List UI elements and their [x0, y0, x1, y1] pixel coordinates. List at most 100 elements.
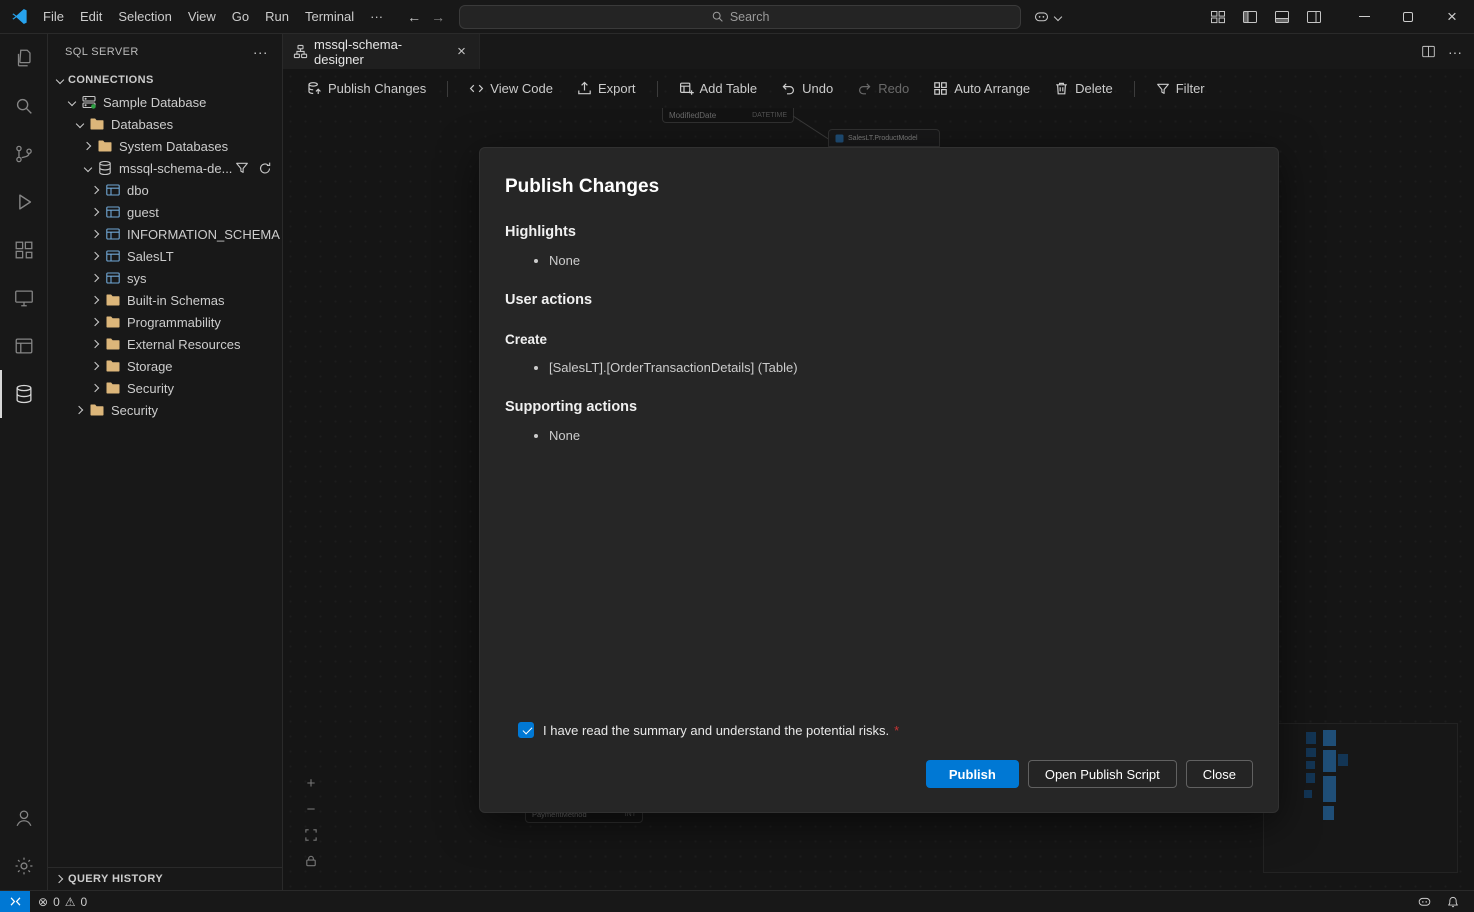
- folder-icon: [104, 292, 122, 308]
- tree-item-mssql-schema-de[interactable]: mssql-schema-de...: [48, 157, 282, 179]
- chevron-right-icon: [88, 226, 104, 242]
- chevron-right-icon: [80, 138, 96, 154]
- tree-item-security[interactable]: Security: [48, 377, 282, 399]
- tree-item-security[interactable]: Security: [48, 399, 282, 421]
- tab-mssql-schema-designer[interactable]: mssql-schema-designer ×: [283, 34, 480, 69]
- schema-designer-canvas: Publish Changes View Code Export Add TableU…: [283, 69, 1474, 890]
- tree-item-dbo[interactable]: dbo: [48, 179, 282, 201]
- problems-indicator[interactable]: ⊗ 0 ⚠ 0: [30, 891, 95, 912]
- folder-icon: [104, 358, 122, 374]
- toolbar-publish-changes[interactable]: Publish Changes: [297, 76, 436, 101]
- menu-terminal[interactable]: Terminal: [297, 6, 362, 27]
- minimize-button[interactable]: [1342, 0, 1386, 34]
- toolbar-undo[interactable]: Undo: [771, 76, 843, 101]
- risk-acknowledge-checkbox[interactable]: [518, 722, 534, 738]
- maximize-button[interactable]: [1386, 0, 1430, 34]
- toggle-primary-sidebar-icon[interactable]: [1242, 9, 1258, 25]
- menu-selection[interactable]: Selection: [110, 6, 179, 27]
- titlebar: FileEditSelectionViewGoRunTerminal··· ← …: [0, 0, 1474, 34]
- toolbar-delete[interactable]: Delete: [1044, 76, 1123, 101]
- folder-icon: [88, 402, 106, 418]
- toolbar-view-code[interactable]: View Code: [459, 76, 563, 101]
- activity-run-and-debug[interactable]: [0, 178, 47, 226]
- toolbar-auto-arrange[interactable]: Auto Arrange: [923, 76, 1040, 101]
- toolbar-redo[interactable]: Redo: [847, 76, 919, 101]
- tree-item-system-databases[interactable]: System Databases: [48, 135, 282, 157]
- menu-more[interactable]: ···: [362, 6, 391, 27]
- error-icon: ⊗: [38, 896, 48, 908]
- activity-explorer[interactable]: [0, 34, 47, 82]
- menubar: FileEditSelectionViewGoRunTerminal···: [35, 6, 391, 27]
- tree-item-external-resources[interactable]: External Resources: [48, 333, 282, 355]
- publish-button[interactable]: Publish: [926, 760, 1019, 788]
- menu-file[interactable]: File: [35, 6, 72, 27]
- activity-search[interactable]: [0, 82, 47, 130]
- toolbar-add-table[interactable]: Add Table: [669, 76, 768, 101]
- command-center-search[interactable]: Search: [459, 5, 1021, 29]
- tree-item-information-schema[interactable]: INFORMATION_SCHEMA: [48, 223, 282, 245]
- remote-indicator[interactable]: [0, 891, 30, 912]
- tab-close-icon[interactable]: ×: [452, 42, 471, 62]
- publish-changes-dialog: Publish Changes HighlightsNoneUser actio…: [479, 147, 1279, 813]
- toolbar-label: Publish Changes: [328, 81, 426, 96]
- sidebar-more-actions[interactable]: ···: [249, 44, 272, 60]
- tree-item-label: dbo: [127, 183, 149, 198]
- editor-more-actions-icon[interactable]: ···: [1448, 44, 1462, 60]
- dialog-buttons: Publish Open Publish Script Close: [505, 760, 1253, 788]
- forward-button[interactable]: →: [431, 9, 445, 25]
- back-button[interactable]: ←: [407, 9, 421, 25]
- activity-settings[interactable]: [0, 842, 47, 890]
- activity-database-projects[interactable]: [0, 322, 47, 370]
- toolbar-export[interactable]: Export: [567, 76, 646, 101]
- dialog-list-supporting-actions: None: [505, 428, 1253, 443]
- tree-item-sample-database[interactable]: Sample Database: [48, 91, 282, 113]
- tree-item-storage[interactable]: Storage: [48, 355, 282, 377]
- tree-item-databases[interactable]: Databases: [48, 113, 282, 135]
- tree-item-label: Storage: [127, 359, 173, 374]
- menu-go[interactable]: Go: [224, 6, 257, 27]
- split-editor-icon[interactable]: [1421, 44, 1436, 59]
- activity-sql-server[interactable]: [0, 370, 47, 418]
- tree-item-programmability[interactable]: Programmability: [48, 311, 282, 333]
- vscode-window: FileEditSelectionViewGoRunTerminal··· ← …: [0, 0, 1474, 912]
- menu-edit[interactable]: Edit: [72, 6, 110, 27]
- toolbar-separator: [1134, 81, 1135, 97]
- close-button[interactable]: Close: [1186, 760, 1253, 788]
- activity-source-control[interactable]: [0, 130, 47, 178]
- toolbar-label: Delete: [1075, 81, 1113, 96]
- activity-remote-explorer[interactable]: [0, 274, 47, 322]
- connections-section-header[interactable]: CONNECTIONS: [48, 69, 282, 91]
- toggle-panel-icon[interactable]: [1274, 9, 1290, 25]
- customize-layout-icon[interactable]: [1210, 9, 1226, 25]
- open-publish-script-button[interactable]: Open Publish Script: [1028, 760, 1177, 788]
- copilot-button[interactable]: [1033, 8, 1062, 25]
- tree-item-built-in-schemas[interactable]: Built-in Schemas: [48, 289, 282, 311]
- activity-accounts[interactable]: [0, 794, 47, 842]
- toolbar-label: Auto Arrange: [954, 81, 1030, 96]
- tree-item-guest[interactable]: guest: [48, 201, 282, 223]
- menu-view[interactable]: View: [180, 6, 224, 27]
- query-history-label: QUERY HISTORY: [68, 873, 163, 885]
- refresh-icon[interactable]: [258, 161, 272, 175]
- toggle-secondary-sidebar-icon[interactable]: [1306, 9, 1322, 25]
- chevron-down-icon: [72, 116, 88, 132]
- copilot-status-icon[interactable]: [1417, 894, 1432, 909]
- activity-extensions[interactable]: [0, 226, 47, 274]
- tree-item-saleslt[interactable]: SalesLT: [48, 245, 282, 267]
- tree-item-sys[interactable]: sys: [48, 267, 282, 289]
- dialog-footer: I have read the summary and understand t…: [505, 722, 1253, 788]
- sidebar: SQL SERVER ··· CONNECTIONS Sample Databa…: [48, 34, 283, 890]
- toolbar-label: Filter: [1176, 81, 1205, 96]
- tab-label: mssql-schema-designer: [314, 37, 446, 67]
- close-window-button[interactable]: ×: [1430, 0, 1474, 34]
- toolbar-separator: [657, 81, 658, 97]
- toolbar-filter[interactable]: Filter: [1146, 76, 1215, 101]
- toolbar-label: View Code: [490, 81, 553, 96]
- menu-run[interactable]: Run: [257, 6, 297, 27]
- notifications-bell-icon[interactable]: [1446, 895, 1460, 909]
- dialog-list-item: None: [549, 253, 1253, 268]
- tabbar-actions: ···: [1421, 34, 1474, 69]
- query-history-section-header[interactable]: QUERY HISTORY: [48, 867, 282, 890]
- folder-icon: [104, 380, 122, 396]
- filter-icon[interactable]: [235, 161, 249, 175]
